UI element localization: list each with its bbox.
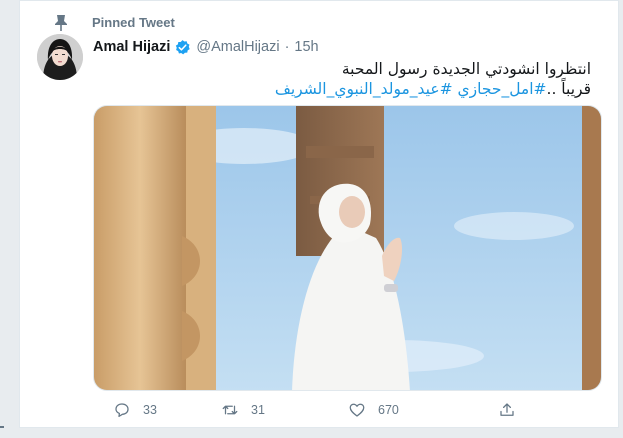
- like-button[interactable]: 670: [348, 401, 399, 419]
- reply-icon: [115, 403, 129, 418]
- tweet-text-prefix: قريباً ..: [546, 80, 591, 98]
- like-count: 670: [378, 403, 399, 417]
- header-separator: ·: [284, 39, 290, 55]
- tweet-header: Amal Hijazi @AmalHijazi · 15h: [93, 37, 319, 57]
- display-name[interactable]: Amal Hijazi: [93, 39, 170, 55]
- reply-count: 33: [143, 403, 157, 417]
- tweet-card[interactable]: Pinned Tweet Amal Hijazi @AmalHijazi · 1…: [19, 0, 619, 428]
- pinned-label: Pinned Tweet: [92, 15, 175, 30]
- media-photo: [94, 106, 601, 390]
- share-button[interactable]: [498, 401, 528, 419]
- retweet-button[interactable]: 31: [221, 401, 265, 419]
- tweet-text-line-1: انتظروا انشودتي الجديدة رسول المحبة: [341, 60, 591, 78]
- avatar[interactable]: [37, 34, 83, 80]
- tweet-actions: 33 31 670: [93, 401, 563, 423]
- tweet-text: انتظروا انشودتي الجديدة رسول المحبة قريب…: [111, 59, 591, 99]
- page-edge-marker: [0, 426, 4, 428]
- retweet-count: 31: [251, 403, 265, 417]
- retweet-icon: [222, 405, 238, 415]
- tweet-timestamp[interactable]: 15h: [294, 39, 318, 55]
- verified-badge-icon: [176, 39, 191, 54]
- avatar-image: [37, 34, 83, 80]
- heart-icon: [349, 403, 365, 417]
- pin-icon: [55, 15, 67, 31]
- hashtag-link-2[interactable]: #عيد_مولد_النبوي_الشريف: [275, 80, 453, 98]
- share-icon: [500, 403, 514, 416]
- reply-button[interactable]: 33: [113, 401, 157, 419]
- tweet-text-line-2: قريباً ..#امل_حجازي #عيد_مولد_النبوي_الش…: [111, 79, 591, 99]
- tweet-media-image[interactable]: [93, 105, 602, 391]
- user-handle[interactable]: @AmalHijazi: [196, 39, 279, 55]
- hashtag-link-1[interactable]: #امل_حجازي: [458, 80, 547, 98]
